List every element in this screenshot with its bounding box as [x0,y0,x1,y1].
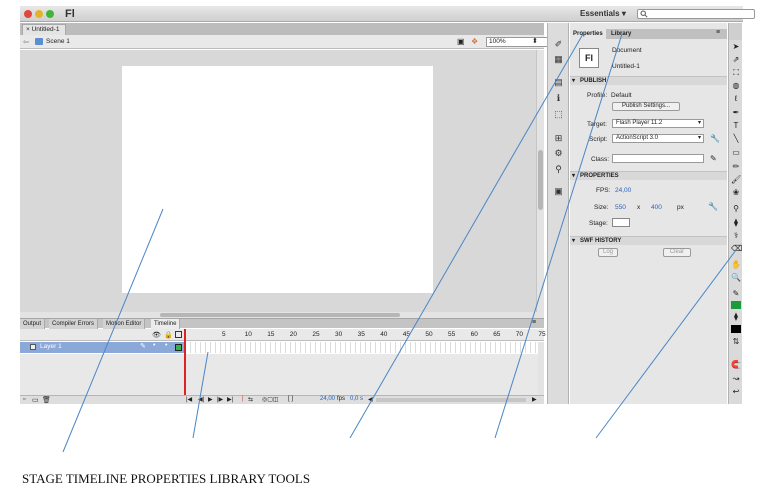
callout-line-stage [62,208,164,453]
callout-line-timeline [192,351,209,439]
callout-lines [62,33,737,453]
callout-line-properties [349,33,584,439]
callout-line-library [494,33,623,439]
callout-line-tools [595,249,737,439]
caption: STAGE TIMELINE PROPERTIES LIBRARY TOOLS [22,471,311,486]
